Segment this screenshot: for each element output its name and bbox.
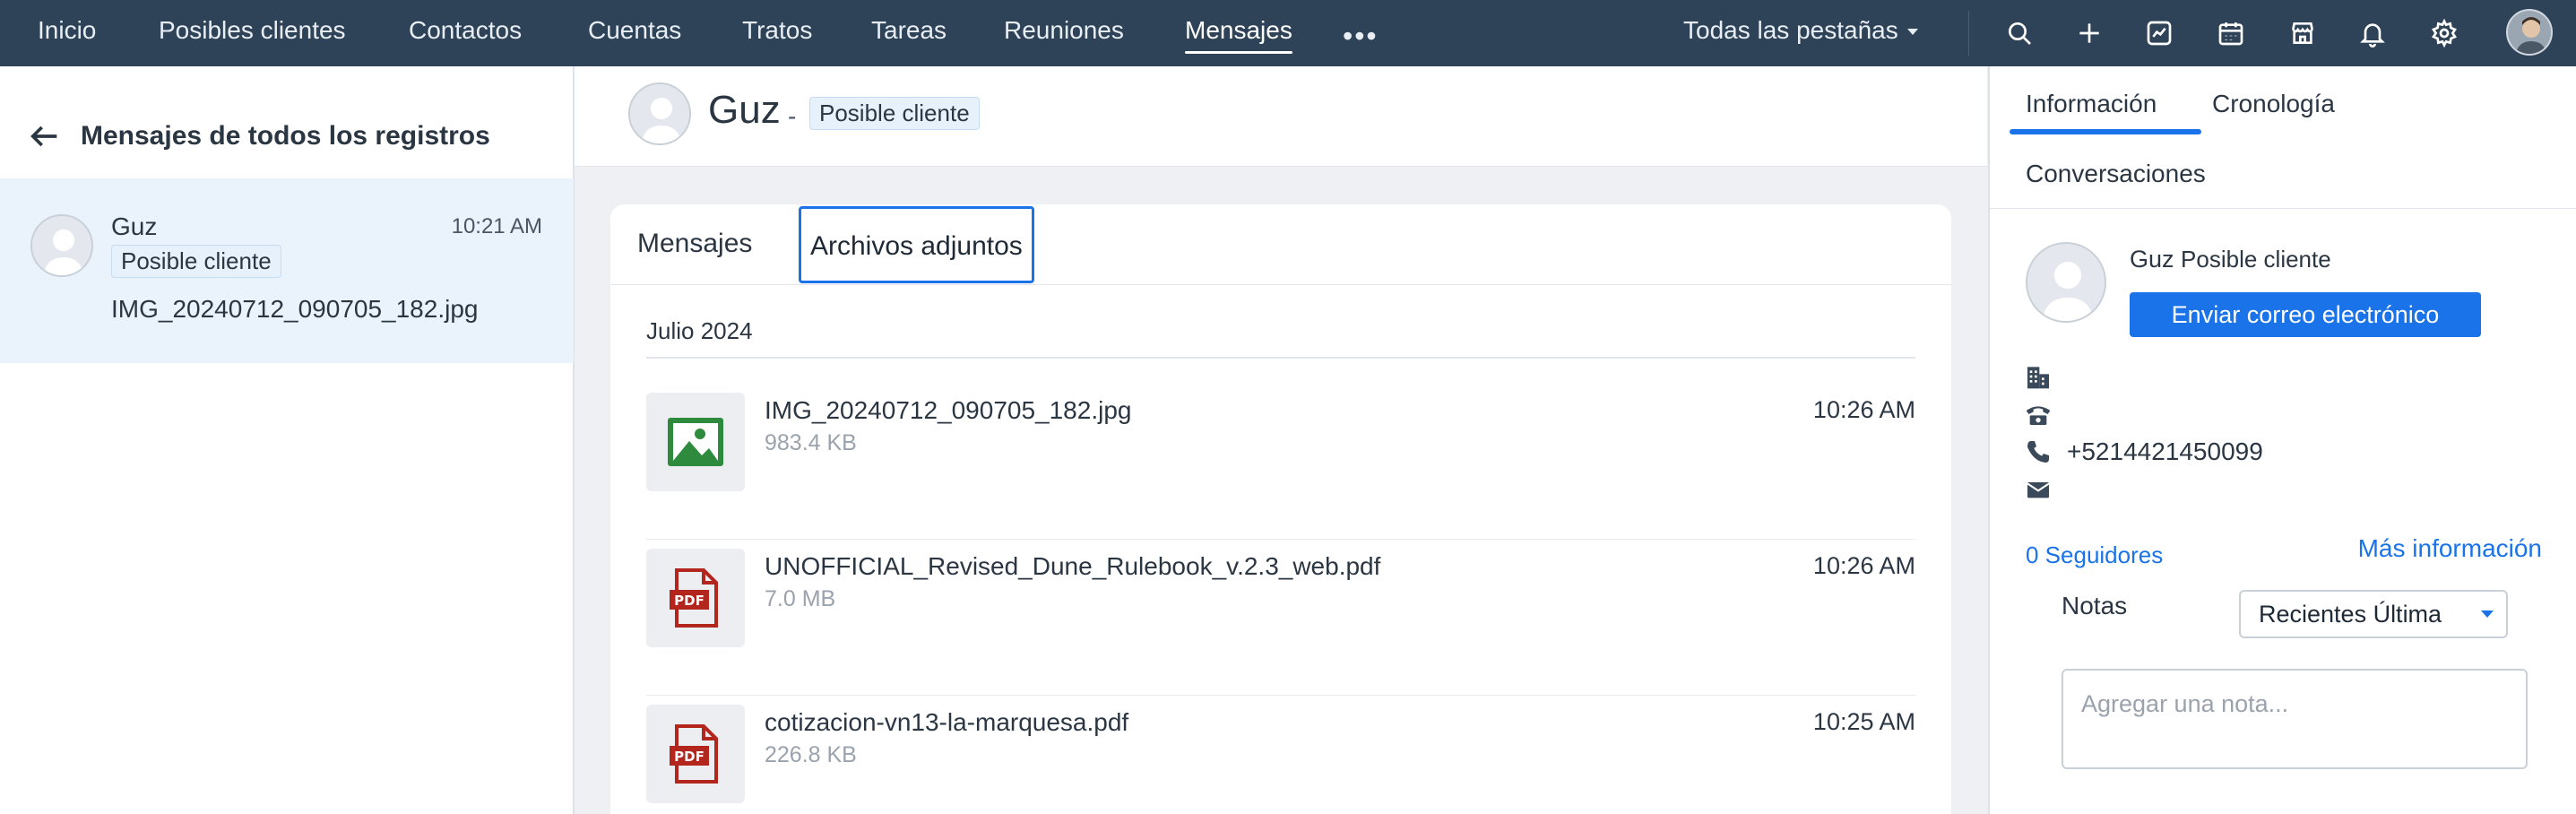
gear-icon[interactable] <box>2427 16 2461 50</box>
panel-header: Mensajes de todos los registros <box>27 118 490 154</box>
active-tab-indicator <box>2010 129 2201 134</box>
contact-type: Posible cliente <box>2181 246 2331 273</box>
all-tabs-label: Todas las pestañas <box>1683 16 1898 44</box>
user-avatar[interactable] <box>2506 9 2553 56</box>
attachment-name[interactable]: IMG_20240712_090705_182.jpg <box>765 396 1131 425</box>
record-separator: - <box>788 102 797 130</box>
send-email-button[interactable]: Enviar correo electrónico <box>2130 292 2481 337</box>
all-tabs-dropdown[interactable]: Todas las pestañas <box>1683 0 1918 66</box>
notes-label: Notas <box>2062 592 2128 619</box>
attachment-time: 10:25 AM <box>1812 708 1915 735</box>
panel-title: Mensajes de todos los registros <box>81 121 490 151</box>
tab-bar: Mensajes Archivos adjuntos <box>610 204 1951 285</box>
more-dots-icon[interactable]: ••• <box>1343 20 1379 53</box>
nav-item-reuniones[interactable]: Reuniones <box>1004 0 1124 66</box>
plus-icon[interactable] <box>2072 16 2106 50</box>
tab-mensajes[interactable]: Mensajes <box>637 204 752 285</box>
notes-sort-select[interactable]: Recientes Última <box>2239 590 2508 638</box>
add-note-input[interactable] <box>2062 669 2528 769</box>
attachment-row[interactable]: IMG_20240712_090705_182.jpg 983.4 KB 10:… <box>646 384 1915 540</box>
email-icon <box>2027 482 2050 498</box>
conversations-panel: Mensajes de todos los registros Guz 10:2… <box>0 66 575 814</box>
attachment-row[interactable]: PDF UNOFFICIAL_Revised_Dune_Rulebook_v.2… <box>646 540 1915 696</box>
attachment-time: 10:26 AM <box>1812 552 1915 579</box>
search-icon[interactable] <box>2002 16 2036 50</box>
contact-name: Guz <box>2130 246 2174 273</box>
followers-link[interactable]: 0 Seguidores <box>2026 541 2163 569</box>
contact-avatar <box>30 214 93 277</box>
attachment-size: 7.0 MB <box>765 586 836 611</box>
lead-badge: Posible cliente <box>111 245 281 278</box>
tab-conversaciones[interactable]: Conversaciones <box>2026 160 2206 188</box>
notes-sort-value: Recientes Última <box>2259 601 2442 628</box>
record-info-panel: Información Cronología Conversaciones Gu… <box>1988 66 2576 814</box>
tab-cronologia[interactable]: Cronología <box>2212 90 2335 118</box>
building-icon <box>2027 367 2049 389</box>
top-navigation-bar: Inicio Posibles clientes Contactos Cuent… <box>0 0 2576 66</box>
message-detail-panel: Guz - Posible cliente Mensajes Archivos … <box>575 66 1987 814</box>
bell-icon[interactable] <box>2356 16 2390 50</box>
record-name: Guz <box>708 88 781 132</box>
record-badge: Posible cliente <box>809 97 980 130</box>
month-heading: Julio 2024 <box>646 317 753 344</box>
tab-informacion[interactable]: Información <box>2026 90 2157 118</box>
contact-avatar <box>2026 242 2106 323</box>
telephone-icon <box>2026 406 2051 425</box>
svg-text:PDF: PDF <box>674 593 705 609</box>
conversation-last-message: IMG_20240712_090705_182.jpg <box>111 295 479 323</box>
caret-down-icon <box>1906 29 1918 36</box>
tabs-divider <box>1990 208 2576 209</box>
contact-heading: Guz Posible cliente <box>2130 246 2331 273</box>
nav-item-mensajes[interactable]: Mensajes <box>1185 0 1292 66</box>
more-info-link[interactable]: Más información <box>2358 534 2542 563</box>
image-file-icon <box>646 393 745 491</box>
analytics-icon[interactable] <box>2142 16 2176 50</box>
attachment-name[interactable]: UNOFFICIAL_Revised_Dune_Rulebook_v.2.3_w… <box>765 552 1380 581</box>
conversation-name: Guz <box>111 212 158 240</box>
attachment-name[interactable]: cotizacion-vn13-la-marquesa.pdf <box>765 708 1128 737</box>
nav-item-cuentas[interactable]: Cuentas <box>588 0 681 66</box>
attachment-time: 10:26 AM <box>1812 396 1915 423</box>
attachment-size: 226.8 KB <box>765 742 857 767</box>
pdf-file-icon: PDF <box>646 705 745 803</box>
pdf-file-icon: PDF <box>646 549 745 647</box>
marketplace-icon[interactable] <box>2286 16 2320 50</box>
record-header: Guz - Posible cliente <box>575 66 1987 167</box>
phone-icon <box>2027 441 2049 463</box>
conversation-time: 10:21 AM <box>451 214 542 238</box>
attachment-size: 983.4 KB <box>765 430 857 455</box>
attachments-card: Mensajes Archivos adjuntos Julio 2024 IM… <box>610 204 1951 814</box>
calendar-icon[interactable] <box>2214 16 2248 50</box>
attachment-row[interactable]: PDF cotizacion-vn13-la-marquesa.pdf 226.… <box>646 696 1915 814</box>
nav-item-tratos[interactable]: Tratos <box>742 0 812 66</box>
nav-item-inicio[interactable]: Inicio <box>38 0 96 66</box>
nav-item-tareas[interactable]: Tareas <box>871 0 947 66</box>
nav-item-contactos[interactable]: Contactos <box>409 0 522 66</box>
caret-down-icon <box>2481 610 2494 618</box>
phone-number[interactable]: +5214421450099 <box>2067 437 2263 466</box>
month-divider <box>646 357 1915 359</box>
svg-text:PDF: PDF <box>674 749 705 765</box>
nav-item-posibles-clientes[interactable]: Posibles clientes <box>159 0 346 66</box>
conversation-item[interactable]: Guz 10:21 AM Posible cliente IMG_2024071… <box>0 178 574 363</box>
record-avatar <box>628 82 691 145</box>
tab-archivos-adjuntos[interactable]: Archivos adjuntos <box>799 206 1034 283</box>
nav-divider <box>1968 11 1969 56</box>
back-arrow-icon[interactable] <box>27 118 63 154</box>
